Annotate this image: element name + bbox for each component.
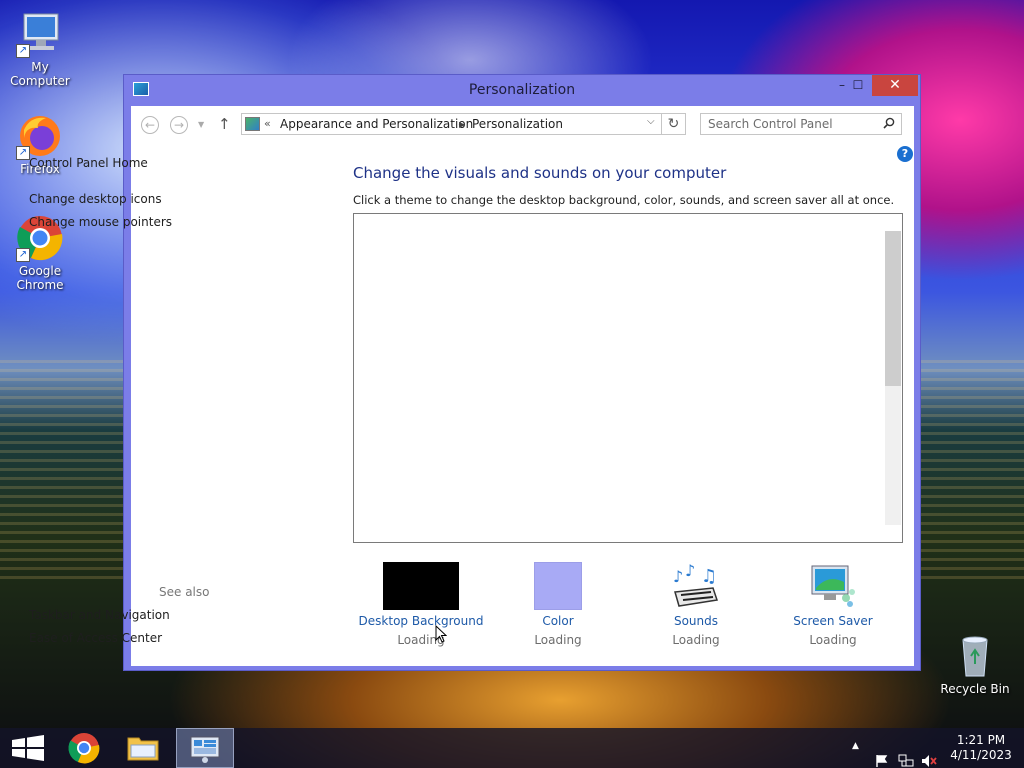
recent-pages-chevron-icon[interactable]: ▼ [198,116,204,134]
back-arrow-icon[interactable]: ← [141,116,159,134]
taskbar-control-panel[interactable] [176,728,234,768]
navigation-bar: ← → ▼ ↑ « Appearance and Personalization… [131,106,914,142]
sounds-icon[interactable]: ♪ ♪ ♫ [671,561,721,610]
see-also-header: See also [159,585,210,599]
action-center-flag-icon[interactable] [875,741,889,768]
page-heading: Change the visuals and sounds on your co… [353,164,727,182]
desktop-background-setting[interactable]: Desktop Background Loading [351,562,491,647]
svg-text:♫: ♫ [701,566,717,587]
screen-saver-label[interactable]: Screen Saver [763,614,903,628]
control-panel-icon [190,736,220,763]
desktop-icon-label: Recycle Bin [940,682,1010,696]
breadcrumb-separator-icon[interactable]: ▶ [459,117,465,133]
color-setting[interactable]: Color Loading [488,562,628,647]
theme-list[interactable] [353,213,903,543]
change-mouse-pointers-link[interactable]: Change mouse pointers [29,215,172,229]
show-hidden-icons-chevron-icon[interactable]: ▲ [852,741,859,768]
system-clock[interactable]: 1:21 PM 4/11/2023 [948,733,1014,763]
desktop-icon-label: Google Chrome [16,264,64,292]
taskbar-chrome[interactable] [56,728,112,768]
shortcut-arrow-icon: ↗ [16,248,30,262]
taskbar-file-explorer[interactable] [115,728,171,768]
breadcrumb-personalization[interactable]: Personalization [472,117,563,131]
color-status: Loading [534,633,582,647]
search-box[interactable] [700,113,902,135]
start-button[interactable] [0,728,56,768]
color-swatch[interactable] [534,562,582,610]
control-panel-icon [245,117,260,131]
search-icon[interactable] [883,117,895,129]
chevron-down-icon[interactable]: ⌵ [647,116,655,127]
title-bar[interactable]: Personalization – ☐ ✕ [124,75,920,106]
up-arrow-icon[interactable]: ↑ [218,115,231,133]
clock-date: 4/11/2023 [950,748,1012,762]
svg-text:♪: ♪ [673,567,683,586]
screen-saver-status: Loading [809,633,857,647]
firefox-icon: ↗ [16,112,64,160]
color-label[interactable]: Color [488,614,628,628]
desktop-icon-recycle-bin[interactable]: Recycle Bin [935,632,1015,696]
shortcut-arrow-icon: ↗ [16,44,30,58]
svg-text:♪: ♪ [685,562,695,580]
desktop-background-thumbnail[interactable] [383,562,459,610]
folder-icon [127,737,159,761]
network-icon[interactable] [898,741,914,768]
maximize-button[interactable]: ☐ [844,75,872,96]
shortcut-arrow-icon: ↗ [16,146,30,160]
desktop-icon-my-computer[interactable]: ↗ My Computer [0,10,80,88]
desktop-icon-label: My Computer [10,60,70,88]
windows-logo-icon [12,735,44,761]
refresh-icon[interactable]: ↻ [662,113,686,135]
control-panel-home-link[interactable]: Control Panel Home [29,156,148,170]
clock-time: 1:21 PM [956,733,1006,747]
breadcrumb-appearance[interactable]: Appearance and Personalization [280,117,473,131]
computer-icon: ↗ [16,10,64,58]
change-desktop-icons-link[interactable]: Change desktop icons [29,192,162,206]
sounds-setting[interactable]: ♪ ♪ ♫ Sounds Loading [626,561,766,647]
sounds-label[interactable]: Sounds [626,614,766,628]
screen-saver-setting[interactable]: Screen Saver Loading [763,562,903,647]
screen-saver-icon[interactable] [808,562,858,610]
help-icon[interactable]: ? [897,146,913,162]
desktop-background-status: Loading [397,633,445,647]
chrome-icon [68,733,100,764]
recycle-bin-icon [951,632,999,680]
breadcrumb-overflow[interactable]: « [264,117,271,130]
taskbar-and-navigation-link[interactable]: Taskbar and Navigation [29,608,170,622]
address-bar[interactable]: « Appearance and Personalization ▶ Perso… [241,113,662,135]
ease-of-access-center-link[interactable]: Ease of Access Center [29,631,162,645]
page-description: Click a theme to change the desktop back… [353,193,895,207]
search-input[interactable] [708,114,878,134]
sounds-status: Loading [672,633,720,647]
close-button[interactable]: ✕ [872,75,918,96]
theme-list-scrollbar-thumb[interactable] [885,231,901,386]
mouse-cursor-icon [435,625,447,643]
desktop-background-label[interactable]: Desktop Background [351,614,491,628]
window-title: Personalization [468,82,576,98]
forward-arrow-icon[interactable]: → [170,116,188,134]
taskbar: ▲ 1:21 PM 4/11/2023 [0,728,1024,768]
volume-muted-icon[interactable] [921,741,937,768]
